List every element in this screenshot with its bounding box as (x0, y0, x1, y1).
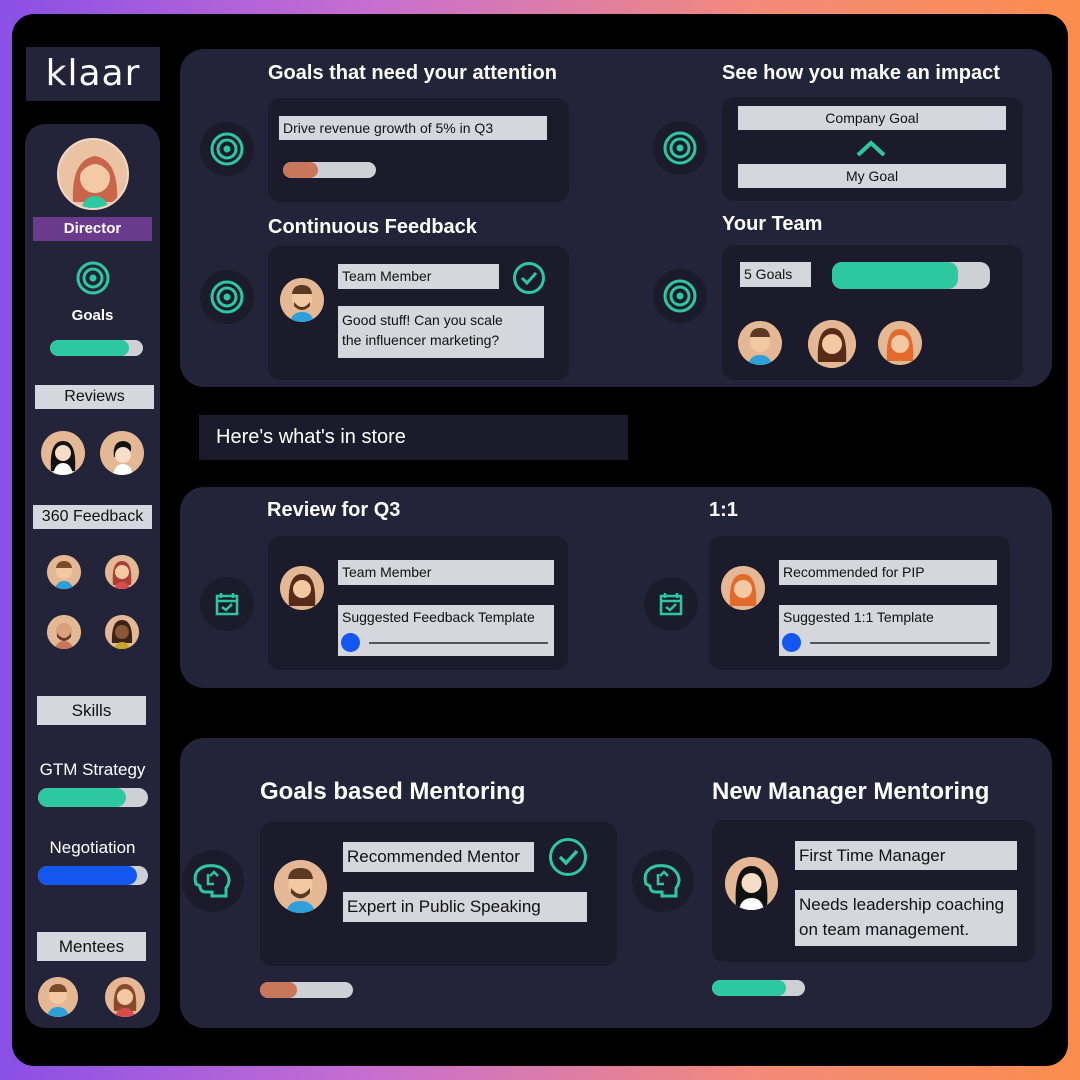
team-progress-bar (832, 262, 990, 289)
review-who-chip: Team Member (338, 560, 554, 585)
feedback-message-line-2: the influencer marketing? (342, 332, 500, 348)
team-target-icon (653, 269, 707, 323)
goal-progress-fill (283, 162, 319, 178)
store-banner-label: Here's what's in store (216, 426, 406, 448)
my-goal-chip[interactable]: My Goal (738, 164, 1006, 188)
goal-chip[interactable]: Drive revenue growth of 5% in Q3 (279, 116, 547, 140)
review-template-label: Suggested Feedback Template (342, 609, 535, 625)
goals-attention-card[interactable] (268, 98, 569, 202)
new-manager-progress-bar (712, 980, 805, 996)
goal-progress-bar (283, 162, 376, 178)
review-avatar-1 (41, 431, 85, 475)
feedback-message-line-1: Good stuff! Can you scale (342, 312, 503, 328)
feedback-avatar-4 (105, 615, 139, 649)
skill-negotiation-fill (38, 866, 137, 885)
review-q3-title: Review for Q3 (267, 499, 401, 521)
team-progress-fill (832, 262, 959, 289)
one-on-one-avatar (721, 566, 765, 610)
coaching-need-chip: Needs leadership coaching on team manage… (795, 890, 1017, 946)
review-template-slider-track (369, 642, 548, 644)
goals-mentoring-progress-bar (260, 982, 353, 998)
director-avatar (57, 138, 129, 210)
new-manager-avatar (725, 857, 778, 910)
review-template-chip[interactable]: Suggested Feedback Template (338, 605, 554, 656)
mentees-chip[interactable]: Mentees (37, 932, 146, 961)
impact-title: See how you make an impact (722, 62, 1000, 84)
skill-gtm-fill (38, 788, 126, 807)
mentee-avatar-1 (38, 977, 78, 1017)
skill-gtm-bar (38, 788, 148, 807)
skill-negotiation-bar (38, 866, 148, 885)
feedback-member-avatar (280, 278, 324, 322)
goals-progress-fill (50, 340, 130, 356)
coaching-need-line-2: on team management. (799, 920, 970, 939)
feedback-avatar-3 (47, 615, 81, 649)
your-team-title: Your Team (722, 213, 823, 235)
feedback-message-chip: Good stuff! Can you scale the influencer… (338, 306, 544, 358)
goals-target-icon (75, 260, 111, 296)
goals-label: Goals (71, 307, 114, 324)
feedback-target-icon (200, 270, 254, 324)
team-avatar-1 (738, 321, 782, 365)
director-badge: Director (33, 217, 152, 241)
one-on-one-template-label: Suggested 1:1 Template (783, 609, 934, 625)
goals-progress-bar (50, 340, 143, 356)
skill-gtm-label: GTM Strategy (39, 760, 146, 779)
skills-chip[interactable]: Skills (37, 696, 146, 725)
one-on-one-title: 1:1 (709, 499, 738, 521)
mentor-checkmark-icon (549, 838, 587, 876)
feedback-avatar-1 (47, 555, 81, 589)
team-avatar-3 (878, 321, 922, 365)
goals-mentoring-progress-fill (260, 982, 298, 998)
feedback-360-chip[interactable]: 360 Feedback (33, 505, 152, 529)
skill-negotiation-label: Negotiation (49, 838, 136, 857)
continuous-feedback-title: Continuous Feedback (268, 216, 477, 238)
mentor-skill-chip: Expert in Public Speaking (343, 892, 587, 922)
goals-attention-title: Goals that need your attention (268, 62, 557, 84)
one-on-one-calendar-icon (644, 577, 698, 631)
checkmark-icon (513, 262, 545, 294)
manager-brain-icon (632, 850, 694, 912)
review-calendar-icon (200, 577, 254, 631)
reviews-chip[interactable]: Reviews (35, 385, 154, 409)
review-avatar-2 (100, 431, 144, 475)
new-manager-mentoring-title: New Manager Mentoring (712, 778, 990, 805)
team-avatar-2 (808, 320, 856, 368)
chevron-up-icon (855, 138, 887, 158)
klaar-logo: klaar (45, 53, 141, 94)
company-goal-chip[interactable]: Company Goal (738, 106, 1006, 130)
mentoring-brain-icon (182, 850, 244, 912)
feedback-avatar-2 (105, 555, 139, 589)
one-on-one-template-chip[interactable]: Suggested 1:1 Template (779, 605, 997, 656)
one-on-one-slider-knob[interactable] (782, 633, 801, 652)
goals-mentoring-title: Goals based Mentoring (260, 778, 526, 805)
first-time-manager-chip: First Time Manager (795, 841, 1017, 870)
review-template-slider-knob[interactable] (341, 633, 360, 652)
goals-attention-target-icon (200, 122, 254, 176)
recommended-mentor-chip: Recommended Mentor (343, 842, 534, 872)
one-on-one-slider-track (810, 642, 990, 644)
mentor-avatar (274, 860, 327, 913)
team-goals-chip: 5 Goals (740, 262, 811, 287)
coaching-need-line-1: Needs leadership coaching (799, 895, 1005, 914)
impact-target-icon (653, 121, 707, 175)
mentee-avatar-2 (105, 977, 145, 1017)
one-on-one-who-chip: Recommended for PIP (779, 560, 997, 585)
review-member-avatar (280, 566, 324, 610)
new-manager-progress-fill (712, 980, 787, 996)
feedback-who-chip: Team Member (338, 264, 499, 289)
